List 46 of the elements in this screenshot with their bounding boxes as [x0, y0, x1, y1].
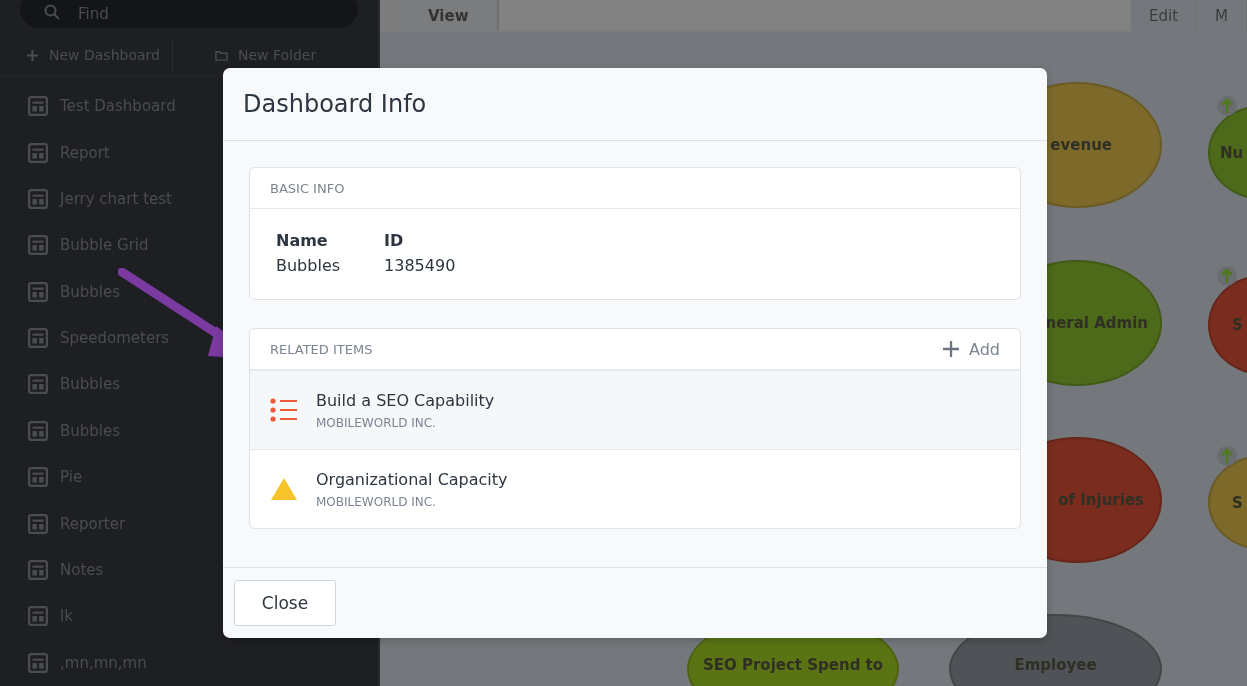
field-label: ID — [384, 231, 405, 250]
search-field[interactable]: Find — [20, 0, 358, 28]
search-icon — [44, 4, 60, 20]
item-organization: MOBILEWORLD INC. — [316, 494, 437, 509]
section-heading: BASIC INFO — [270, 180, 345, 196]
dashboard-icon — [28, 96, 48, 117]
bubble-label: neral Admin — [1045, 314, 1148, 332]
bubble-label: S — [1232, 316, 1243, 334]
bubble[interactable]: S — [1208, 455, 1247, 550]
related-item[interactable]: Organizational Capacity MOBILEWORLD INC. — [250, 449, 1020, 528]
dashboard-icon — [28, 652, 48, 673]
dashboard-icon — [28, 513, 48, 534]
bubble-label: of Injuries — [1058, 491, 1144, 509]
section-heading: RELATED ITEMS — [270, 341, 373, 357]
dashboard-icon — [28, 188, 48, 209]
dashboard-icon — [28, 560, 48, 580]
field-label: Name — [276, 231, 329, 250]
bubble[interactable]: Nu — [1208, 105, 1247, 200]
tab[interactable]: M — [1197, 0, 1247, 32]
dialog-title: Dashboard Info — [243, 90, 427, 118]
bubble-label: SEO Project Spend to — [702, 656, 884, 674]
dashboard-icon — [28, 235, 48, 256]
related-item[interactable]: Build a SEO Capability MOBILEWORLD INC. — [250, 370, 1020, 449]
item-organization: MOBILEWORLD INC. — [316, 415, 437, 430]
plus-icon — [943, 341, 959, 357]
triangle-icon — [270, 477, 298, 501]
plus-icon — [26, 48, 39, 62]
list-icon — [270, 398, 298, 422]
item-title: Organizational Capacity — [316, 469, 508, 489]
tab[interactable]: Edit — [1131, 0, 1198, 32]
dashboard-icon — [28, 606, 48, 627]
dashboard-icon — [28, 374, 48, 395]
field-value: Bubbles — [276, 256, 341, 275]
dashboard-icon — [28, 328, 48, 349]
bubble[interactable]: S — [1208, 275, 1247, 375]
close-button[interactable]: Close — [234, 580, 336, 626]
bubble-label: evenue — [1050, 136, 1112, 154]
dashboard-icon — [28, 142, 48, 163]
dashboard-icon — [28, 467, 48, 488]
bubble-label: Nu — [1220, 143, 1244, 162]
dashboard-icon — [28, 420, 48, 441]
bubble-label: S — [1232, 493, 1243, 512]
folder-icon — [214, 48, 228, 62]
field-value: 1385490 — [384, 256, 456, 275]
item-title: Build a SEO Capability — [316, 390, 495, 410]
dashboard-icon — [28, 281, 48, 302]
